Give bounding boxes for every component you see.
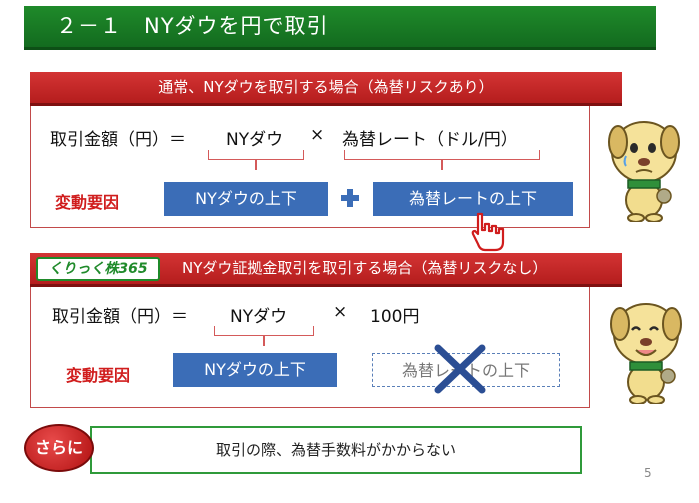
section2-formula-term2: 100円 [370, 307, 420, 327]
section1-formula-op: × [310, 125, 325, 145]
section1-formula-term2: 為替レート（ドル/円） [342, 130, 518, 150]
section1-title-bar: 通常、NYダウを取引する場合（為替リスクあり） [30, 72, 622, 106]
section2-formula-lhs: 取引金額（円）＝ [52, 307, 188, 327]
pointer-hand-icon [468, 210, 508, 254]
bracket-2-stem [441, 160, 443, 170]
section2-factor-nydow: NYダウの上下 [173, 353, 337, 387]
brand-logo: くりっく株365 [36, 257, 160, 281]
page-number: 5 [644, 466, 652, 480]
dog-mascot-worried-icon [606, 112, 686, 223]
more-note-box: 取引の際、為替手数料がかからない [90, 426, 582, 474]
section2-formula-term1: NYダウ [230, 307, 288, 327]
bracket-1-stem [255, 160, 257, 170]
page-title: ２－１ NYダウを円で取引 [56, 14, 329, 38]
more-badge: さらに [24, 424, 94, 472]
section1-formula-term1: NYダウ [226, 130, 284, 150]
plus-icon [338, 186, 362, 210]
bracket-1 [208, 150, 304, 160]
bracket-3-stem [263, 336, 265, 346]
section1-factor-nydow: NYダウの上下 [164, 182, 328, 216]
section1-factor-label: 変動要因 [55, 193, 120, 212]
bracket-3 [214, 326, 314, 336]
section1-formula-lhs: 取引金額（円）＝ [50, 130, 186, 150]
section2-title: NYダウ証拠金取引を取引する場合（為替リスクなし） [182, 259, 548, 277]
cross-mark-icon [432, 344, 488, 394]
dog-mascot-happy-icon [608, 294, 688, 405]
bracket-2 [344, 150, 540, 160]
section2-formula-op: × [333, 302, 348, 322]
section2-factor-label: 変動要因 [66, 366, 131, 385]
